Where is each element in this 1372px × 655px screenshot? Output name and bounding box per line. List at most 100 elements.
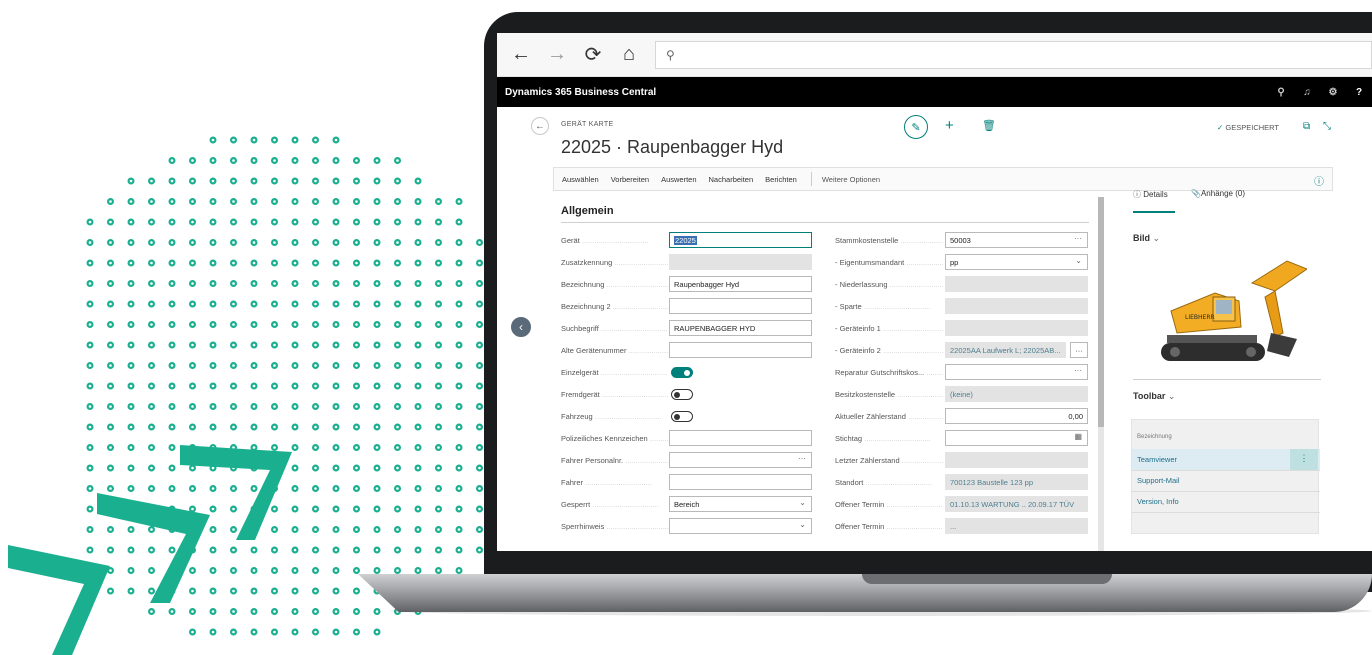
decorative-dot	[414, 198, 422, 206]
scrollbar-thumb[interactable]	[1098, 197, 1104, 427]
action-auswerten[interactable]: Auswerten	[661, 175, 696, 184]
field-input[interactable]	[669, 430, 812, 446]
decorative-dot	[312, 136, 320, 144]
gear-icon[interactable]: ⚙	[1320, 87, 1346, 98]
field-input[interactable]: 50003 ···	[945, 232, 1088, 248]
field-input[interactable]: Bereich ⌄	[669, 496, 812, 512]
decorative-dot	[353, 382, 361, 390]
delete-trash-icon[interactable]: 🗑	[982, 119, 996, 132]
decorative-dot	[189, 239, 197, 247]
image-heading[interactable]: Bild ⌄	[1133, 233, 1160, 244]
decorative-dot	[250, 239, 258, 247]
toggle-switch[interactable]	[671, 389, 693, 400]
field-input[interactable]	[669, 298, 812, 314]
new-plus-icon[interactable]: +	[945, 117, 954, 134]
action-berichten[interactable]: Berichten	[765, 175, 797, 184]
field-input[interactable]: pp ⌄	[945, 254, 1088, 270]
search-icon: ⚲	[666, 47, 675, 62]
decorative-dot	[455, 362, 463, 370]
field-label: Stichtag	[835, 434, 943, 443]
decorative-dot	[127, 321, 135, 329]
previous-record-button[interactable]: ‹	[509, 315, 533, 339]
back-arrow-icon[interactable]: ←	[507, 41, 535, 69]
decorative-dot	[353, 157, 361, 165]
open-new-window-icon[interactable]: ⧉	[1303, 121, 1310, 132]
collapse-icon[interactable]: ⤡	[1323, 121, 1331, 132]
lookup-icon[interactable]: ···	[1074, 234, 1082, 243]
decorative-dot	[250, 587, 258, 595]
field-label: Fremdgerät	[561, 390, 669, 399]
decorative-dot	[106, 239, 114, 247]
decorative-dot	[353, 239, 361, 247]
decorative-dot	[312, 403, 320, 411]
info-icon[interactable]: ⓘ	[1314, 173, 1324, 188]
bell-icon[interactable]: ♫	[1294, 87, 1320, 98]
address-bar[interactable]: ⚲	[655, 40, 1372, 69]
decorative-dot	[394, 382, 402, 390]
field-input[interactable]: ···	[945, 364, 1088, 380]
list-item[interactable]: Version, Info	[1132, 491, 1320, 512]
field-input[interactable]: ▦	[945, 430, 1088, 446]
decorative-dot	[230, 382, 238, 390]
decorative-dot	[106, 259, 114, 267]
list-item[interactable]: Teamviewer ⋮	[1132, 449, 1320, 470]
lookup-icon[interactable]: ···	[798, 454, 806, 463]
action-nacharbeiten[interactable]: Nacharbeiten	[709, 175, 754, 184]
field-input[interactable]	[669, 342, 812, 358]
field-input[interactable]: Raupenbagger Hyd	[669, 276, 812, 292]
decorative-dot	[271, 628, 279, 636]
tab-attachments[interactable]: 📎Anhänge (0)	[1191, 189, 1245, 198]
decorative-dot	[291, 300, 299, 308]
field-value: 50003	[950, 236, 971, 245]
field-input[interactable]: ⌄	[669, 518, 812, 534]
reload-icon[interactable]: ⟳	[579, 41, 607, 69]
field-input[interactable]: ···	[669, 452, 812, 468]
toggle-switch[interactable]	[671, 367, 693, 378]
forward-arrow-icon[interactable]: →	[543, 41, 571, 69]
decorative-dot	[435, 485, 443, 493]
toolbar-heading[interactable]: Toolbar ⌄	[1133, 391, 1175, 402]
decorative-dot	[250, 607, 258, 615]
decorative-dot	[414, 423, 422, 431]
decorative-dot	[414, 382, 422, 390]
decorative-dot	[312, 280, 320, 288]
field-input[interactable]: 0,00	[945, 408, 1088, 424]
factbox-divider	[1133, 379, 1321, 380]
field-input[interactable]	[669, 474, 812, 490]
decorative-dot	[189, 198, 197, 206]
decorative-dot	[394, 280, 402, 288]
list-item[interactable]: Support-Mail	[1132, 470, 1320, 491]
decorative-dot	[168, 157, 176, 165]
lookup-icon[interactable]: ···	[1074, 366, 1082, 375]
decorative-dot	[127, 341, 135, 349]
back-button[interactable]: ←	[531, 117, 549, 135]
decorative-dot	[127, 566, 135, 574]
action-separator	[810, 172, 812, 186]
decorative-dot	[353, 321, 361, 329]
more-options-icon[interactable]: ⋮	[1290, 449, 1318, 470]
decorative-dot	[394, 485, 402, 493]
home-icon[interactable]: ⌂	[615, 41, 643, 69]
decorative-dot	[168, 444, 176, 452]
field-input: 700123 Baustelle 123 pp	[945, 474, 1088, 490]
help-icon[interactable]: ?	[1346, 87, 1372, 98]
field-input[interactable]: RAUPENBAGGER HYD	[669, 320, 812, 336]
field-input[interactable]: 22025	[669, 232, 812, 248]
decorative-dot	[291, 566, 299, 574]
search-icon[interactable]: ⚲	[1268, 87, 1294, 98]
decorative-dot	[414, 218, 422, 226]
decorative-dot	[435, 566, 443, 574]
info-icon: ⓘ	[1133, 190, 1144, 199]
action-auswaehlen[interactable]: Auswählen	[562, 175, 599, 184]
toggle-switch[interactable]	[671, 411, 693, 422]
decorative-dot	[127, 525, 135, 533]
decorative-dot	[455, 382, 463, 390]
edit-pencil-icon[interactable]: ✎	[904, 115, 928, 139]
decorative-dot	[189, 607, 197, 615]
tab-details[interactable]: ⓘ Details	[1133, 189, 1168, 200]
calendar-icon[interactable]: ▦	[1074, 432, 1082, 441]
lookup-button[interactable]: ···	[1070, 342, 1088, 358]
more-options-button[interactable]: Weitere Optionen	[822, 175, 880, 184]
action-vorbereiten[interactable]: Vorbereiten	[611, 175, 649, 184]
decorative-dot	[312, 177, 320, 185]
